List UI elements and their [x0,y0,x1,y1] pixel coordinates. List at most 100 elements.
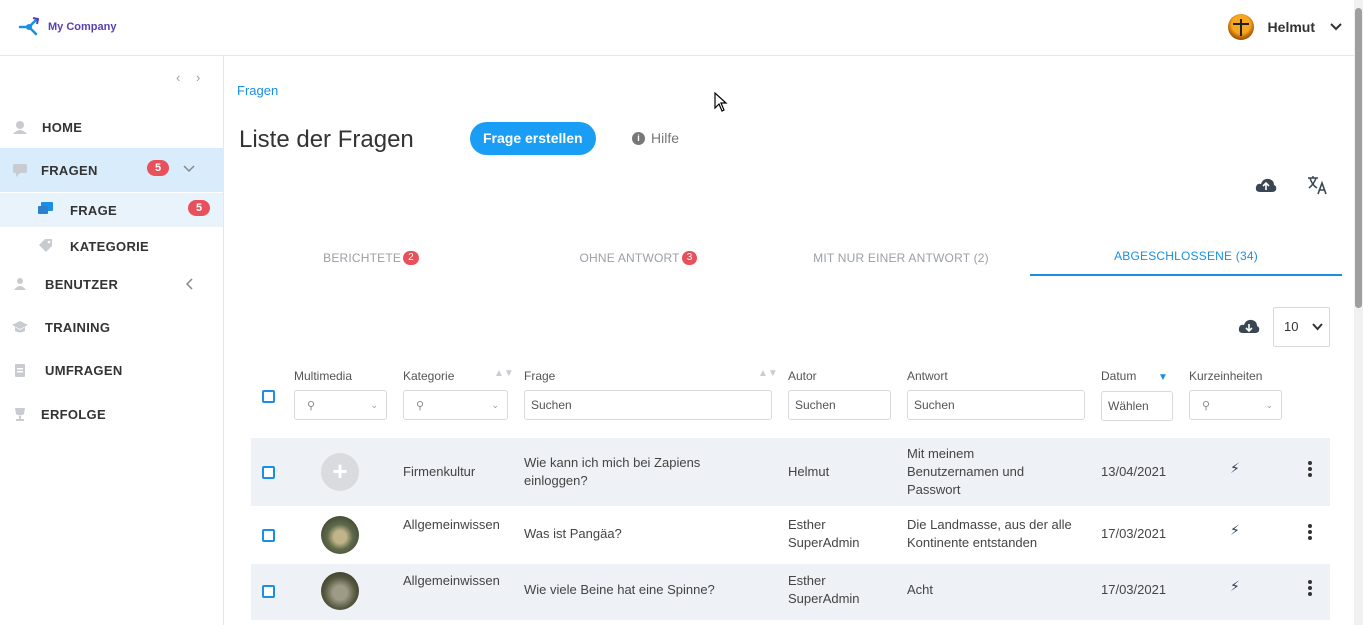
tab-mit-nur-einer-antwort[interactable]: MIT NUR EINER ANTWORT (2) [771,238,1031,278]
tab-ohne-antwort[interactable]: OHNE ANTWORT 3 [511,238,766,278]
kurzeinheiten-filter[interactable]: ⚲ ⌄ [1189,390,1282,420]
cloud-download-icon[interactable] [1238,318,1260,334]
user-name[interactable]: Helmut [1268,19,1315,35]
column-header-kategorie[interactable]: Kategorie [403,369,454,383]
frage-search-input[interactable]: Suchen [524,390,772,420]
clipboard-icon [15,364,25,377]
kebab-menu-icon[interactable] [1308,580,1312,598]
tab-berichtete[interactable]: BERICHTETE 2 [251,238,491,278]
sidebar: ‹ › HOME FRAGEN 5 FRAGE 5 KATEGORIE BENU… [0,56,224,625]
create-question-button[interactable]: Frage erstellen [470,122,596,155]
logo-text: My Company [48,21,117,33]
help-link[interactable]: i Hilfe [632,130,679,146]
cell-datum: 13/04/2021 [1101,464,1167,479]
kebab-menu-icon[interactable] [1308,524,1312,542]
row-checkbox[interactable] [262,585,275,598]
autor-search-input[interactable]: Suchen [788,390,891,420]
breadcrumb[interactable]: Fragen [237,83,278,98]
row-checkbox[interactable] [262,529,275,542]
table-row[interactable]: + Firmenkultur Wie kann ich mich bei Zap… [251,438,1330,506]
chevron-down-icon: ⌄ [491,400,499,410]
cell-antwort: Mit meinem Benutzernamen und Passwort [907,446,1025,497]
row-checkbox[interactable] [262,466,275,479]
column-header-frage[interactable]: Frage [524,369,555,383]
avatar[interactable] [1227,14,1254,40]
select-all-checkbox[interactable] [262,390,275,403]
tab-label: OHNE ANTWORT [579,251,680,265]
sort-icon[interactable]: ▲▼ [494,369,514,379]
info-icon: i [632,131,645,145]
sidebar-item-erfolge[interactable]: ERFOLGE [0,393,223,435]
antwort-search-input[interactable]: Suchen [907,390,1085,420]
tab-count-badge: 3 [681,251,698,265]
sidebar-item-umfragen[interactable]: UMFRAGEN [0,349,223,391]
search-icon: ⚲ [1202,400,1211,412]
chevron-down-icon: ⌄ [1265,400,1273,410]
cell-frage: Wie viele Beine hat eine Spinne? [524,582,715,597]
frage-count-badge: 5 [188,200,210,216]
translate-icon[interactable] [1307,175,1329,195]
column-header-autor: Autor [788,369,817,383]
sidebar-item-frage[interactable]: FRAGE 5 [0,193,223,227]
tag-icon [39,239,52,252]
sidebar-collapse-icon[interactable]: ‹ › [176,70,206,85]
chevron-down-icon[interactable] [183,165,195,173]
column-header-multimedia: Multimedia [294,369,353,383]
page-size-select[interactable]: 10 [1273,307,1330,347]
cell-datum: 17/03/2021 [1101,526,1167,541]
cell-autor: Esther SuperAdmin [788,517,860,550]
sidebar-item-label: KATEGORIE [70,239,150,254]
sidebar-item-kategorie[interactable]: KATEGORIE [0,229,223,263]
tab-count-badge: 2 [403,251,419,265]
tab-label: BERICHTETE [323,251,402,265]
bolt-icon[interactable]: ⚡ [1230,578,1240,595]
sidebar-item-benutzer[interactable]: BENUTZER [0,263,223,305]
user-menu[interactable]: Helmut [1227,14,1343,40]
fragen-count-badge: 5 [147,160,169,176]
logo-icon [18,17,40,36]
cell-autor: Helmut [788,464,830,479]
cell-frage: Wie kann ich mich bei Zapiens einloggen? [524,455,701,488]
scrollbar[interactable] [1354,0,1363,625]
bolt-icon[interactable]: ⚡ [1230,460,1240,477]
kategorie-filter[interactable]: ⚲ ⌄ [403,390,508,420]
chat-icon [13,164,27,177]
sidebar-item-label: BENUTZER [45,276,119,292]
cell-kategorie: Allgemeinwissen [403,573,500,588]
mouse-cursor-icon [714,92,728,112]
question-tabs: BERICHTETE 2 OHNE ANTWORT 3 MIT NUR EINE… [251,238,1342,278]
bolt-icon[interactable]: ⚡ [1230,522,1240,539]
add-media-icon[interactable]: + [321,453,359,491]
cloud-upload-icon[interactable] [1255,177,1277,193]
sort-icon[interactable]: ▲▼ [758,369,778,379]
sidebar-item-training[interactable]: TRAINING [0,306,223,348]
question-thumbnail[interactable] [321,516,359,554]
datum-picker[interactable]: Wählen [1101,391,1173,421]
graduation-cap-icon [12,321,28,333]
sidebar-item-label: FRAGE [70,203,117,218]
sort-desc-icon[interactable]: ▼ [1158,373,1168,383]
cell-autor: Esther SuperAdmin [788,573,860,606]
table-row[interactable]: Allgemeinwissen Was ist Pangäa? Esther S… [251,507,1330,563]
sidebar-item-home[interactable]: HOME [0,106,223,148]
chevron-down-icon[interactable] [1329,22,1343,32]
company-logo[interactable]: My Company [18,16,116,38]
sidebar-item-fragen[interactable]: FRAGEN 5 [0,148,223,192]
question-thumbnail[interactable] [321,572,359,610]
multimedia-filter[interactable]: ⚲ ⌄ [294,390,387,420]
sidebar-item-label: HOME [42,119,83,135]
tab-label: ABGESCHLOSSENE (34) [1114,249,1258,263]
table-row[interactable]: Allgemeinwissen Wie viele Beine hat eine… [251,564,1330,620]
column-header-datum[interactable]: Datum [1101,369,1136,383]
kebab-menu-icon[interactable] [1308,461,1312,479]
chevron-left-icon[interactable] [185,278,193,290]
sidebar-item-label: UMFRAGEN [45,362,123,378]
column-header-antwort: Antwort [907,369,948,383]
chat-bubbles-icon [38,202,53,214]
user-circle-icon [13,121,27,134]
sidebar-item-label: TRAINING [45,319,111,335]
trophy-icon [15,408,25,421]
scrollbar-thumb[interactable] [1355,8,1362,308]
cell-datum: 17/03/2021 [1101,582,1167,597]
tab-abgeschlossene[interactable]: ABGESCHLOSSENE (34) [1030,238,1342,276]
